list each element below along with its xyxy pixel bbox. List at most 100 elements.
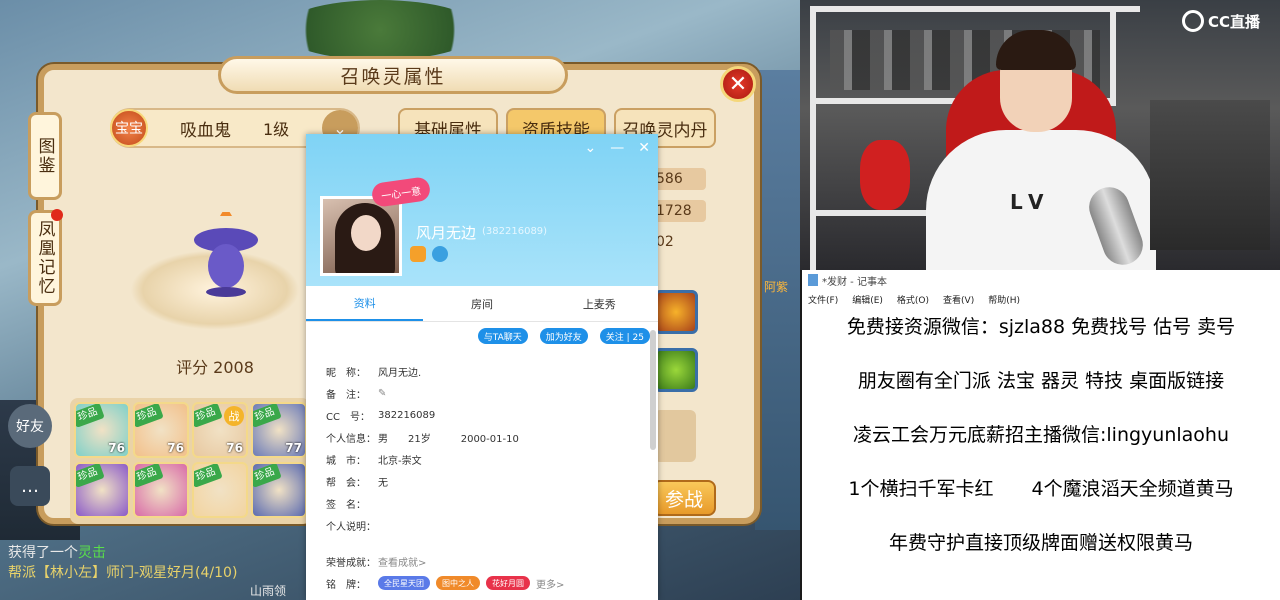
pet-badge: 宝宝 [110,109,148,147]
view-achievements-link[interactable]: 查看成就> [378,554,426,569]
detail-label: CC 号： [326,411,370,423]
notepad-menu: 文件(F) 编辑(E) 格式(O) 查看(V) 帮助(H) [802,290,1280,308]
pet-card[interactable]: 珍品 [74,462,130,518]
pet-card[interactable]: 珍品 [251,462,307,518]
medal-badge[interactable]: 花好月圆 [486,576,530,590]
edit-icon[interactable]: ✎ [378,388,386,399]
right-scene-decor [755,70,800,530]
detail-label: 帮 会： [326,477,366,489]
side-tab-phoenix-label: 凤凰记忆 [34,220,55,296]
notepad-line: 凌云工会万元底薪招主播微信:lingyunlaohu [852,424,1230,446]
house-icon[interactable] [410,246,426,262]
pet-score: 评分 2008 [176,358,254,377]
stat-value-1: 586 [652,168,706,190]
notepad-icon [808,274,818,286]
chat-with-user-button[interactable]: 与TA聊天 [477,328,528,344]
detail-value: 风月无边. [378,367,422,379]
detail-row-signature: 签 名： [326,492,656,514]
notepad-line: 朋友圈有全门派 法宝 器灵 特技 桌面版链接 [857,370,1225,392]
rarity-tag: 珍品 [76,404,105,428]
more-medals-link[interactable]: 更多> [536,576,564,591]
chat-item-link[interactable]: 灵击 [78,545,106,561]
rarity-tag: 珍品 [194,464,223,488]
menu-format[interactable]: 格式(O) [897,293,929,306]
pet-card[interactable]: 珍品 77 [251,402,307,458]
detail-row-personal-info: 个人信息：男 21岁 2000-01-10 [326,426,656,448]
stat-value-3: 02 [656,234,674,250]
detail-label: 荣誉成就： [326,557,376,569]
pet-card[interactable]: 珍品 76 [133,402,189,458]
profile-id: (382216089) [482,226,548,237]
menu-file[interactable]: 文件(F) [808,293,838,306]
close-icon[interactable]: ✕ [638,140,650,156]
minimize-icon[interactable]: — [610,140,624,156]
skill-slot-empty[interactable] [654,410,696,462]
tree-decor [280,0,480,60]
notepad-line: 年费守护直接顶级牌面赠送权限黄马 [888,532,1193,554]
globe-icon[interactable] [432,246,448,262]
menu-edit[interactable]: 编辑(E) [852,293,883,306]
menu-view[interactable]: 查看(V) [943,293,974,306]
profile-badges [410,246,448,262]
rarity-tag: 珍品 [253,464,282,488]
medal-badge[interactable]: 全民星天团 [378,576,430,590]
heart-badge: 一心一意 [370,176,432,208]
detail-value: 382216089 [378,409,436,421]
skill-nature-icon[interactable] [654,348,698,392]
notepad-titlebar: *发财 - 记事本 [802,270,1280,290]
detail-row-medals: 铭 牌： 全民星天团 图中之人 花好月圆 更多> [326,572,656,594]
map-label: 山雨领 [250,584,287,598]
profile-details: 昵 称： 风月无边. 备 注： ✎ CC 号： 382216089 个人信息：男 21… [326,360,656,594]
rarity-tag: 珍品 [76,464,105,488]
streamer-camera: LV [800,0,1280,270]
tab-mic-show[interactable]: 上麦秀 [541,286,658,321]
shirt-logo: LV [1010,190,1052,214]
detail-row-bio: 个人说明： [326,514,656,536]
pet-card[interactable]: 珍品 76 [74,402,130,458]
detail-label: 铭 牌： [326,579,366,591]
scrollbar[interactable] [650,330,656,450]
shelf [1110,6,1116,106]
notification-dot-icon [51,209,63,221]
profile-tabs: 资料 房间 上麦秀 [306,286,658,322]
pet-card-level: 76 [108,441,125,455]
pet-card[interactable]: 珍品 战 76 [192,402,248,458]
detail-label: 备 注： [326,389,366,401]
profile-banner: ⌄ — ✕ 一心一意 风月无边 (382216089) [306,134,658,286]
follow-button[interactable]: 关注 | 25 [599,328,650,344]
battle-badge: 战 [224,406,244,426]
friends-button[interactable]: 好友 [8,404,52,448]
pet-sprite-icon [194,212,258,297]
tab-room[interactable]: 房间 [423,286,540,321]
panel-close-button[interactable]: ✕ [720,66,756,102]
notepad-line: 1个横扫千军卡红 4个魔浪滔天全频道黄马 [848,478,1234,500]
add-friend-button[interactable]: 加为好友 [539,328,588,344]
avatar[interactable] [320,196,402,276]
rarity-tag: 珍品 [135,404,164,428]
join-battle-button[interactable]: 参战 [652,480,716,516]
detail-label: 城 市： [326,455,366,467]
detail-row-honor: 荣誉成就： 查看成就> [326,550,656,572]
detail-value: 北京-崇文 [378,455,422,467]
detail-row-city: 城 市： 北京-崇文 [326,448,656,470]
cc-logo-text: CC直播 [1208,12,1261,31]
side-tab-codex[interactable]: 图鉴 [28,112,62,200]
menu-help[interactable]: 帮助(H) [988,293,1020,306]
detail-label: 签 名： [326,499,366,511]
skill-fire-icon[interactable] [654,290,698,334]
screen: 召唤灵属性 ✕ 图鉴 凤凰记忆 宝宝 吸血鬼 1级 ⌄ 基础属性 资质技能 召唤… [0,0,1280,600]
shelf [810,6,816,270]
chat-bubble-icon[interactable]: … [10,466,50,506]
medal-badge[interactable]: 图中之人 [436,576,480,590]
pet-level: 1级 [263,120,290,139]
chat-line: 获得了一个灵击 [8,542,106,562]
detail-row-guild: 帮 会： 无 [326,470,656,492]
pet-card[interactable]: 珍品 [133,462,189,518]
pet-card[interactable]: 珍品 [192,462,248,518]
tab-profile[interactable]: 资料 [306,286,424,321]
chat-text: 获得了一个 [8,545,78,561]
side-tab-phoenix-memory[interactable]: 凤凰记忆 [28,209,63,306]
collapse-icon[interactable]: ⌄ [585,140,597,156]
pet-card-level: 77 [285,441,302,455]
shelf [810,6,1140,12]
